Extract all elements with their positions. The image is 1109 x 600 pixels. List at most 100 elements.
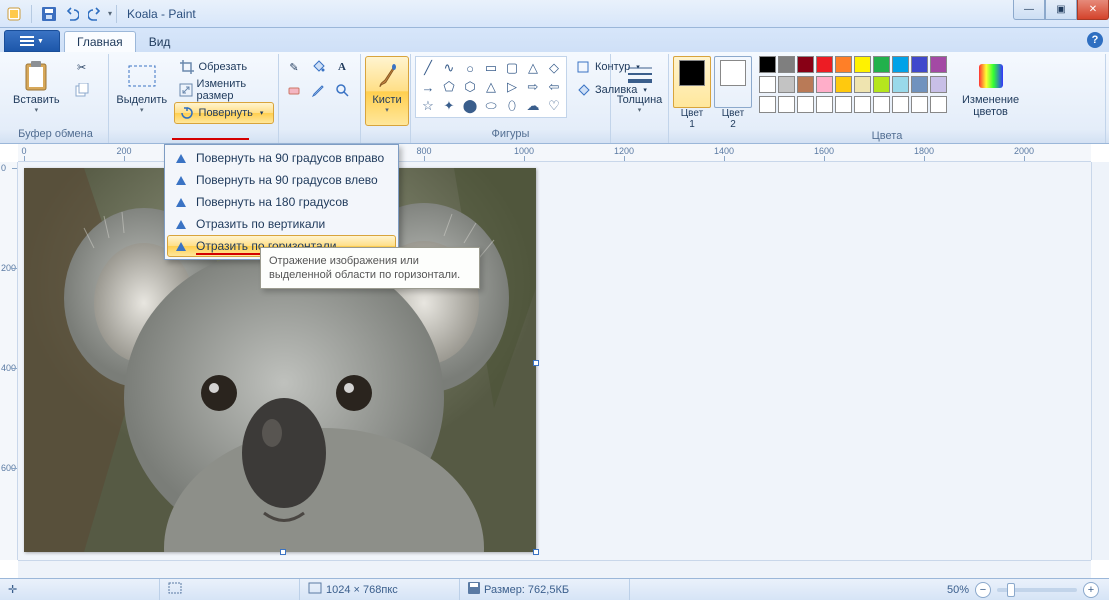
qat-dropdown-icon[interactable]: ▾ xyxy=(108,9,112,18)
color-palette-custom[interactable] xyxy=(759,96,947,113)
copy-icon xyxy=(74,82,90,98)
color-swatch[interactable] xyxy=(873,56,890,73)
rotate-item-icon xyxy=(173,194,189,210)
color-swatch[interactable] xyxy=(797,56,814,73)
eraser-tool[interactable] xyxy=(283,80,305,102)
clipboard-icon xyxy=(20,60,52,92)
minimize-button[interactable]: — xyxy=(1013,0,1045,20)
color-swatch[interactable] xyxy=(911,56,928,73)
group-brushes: Кисти ▾ xyxy=(361,54,411,143)
rotate-item-icon xyxy=(173,150,189,166)
shape-gallery[interactable]: ╱∿○▭▢△◇ →⬠⬡△▷⇨⇦ ☆✦⬤⬭⬯☁♡ xyxy=(415,56,567,118)
color-swatch[interactable] xyxy=(854,76,871,93)
undo-icon[interactable] xyxy=(62,4,82,24)
rotate-button[interactable]: Повернуть▾ xyxy=(174,102,274,124)
color-palette-row2[interactable] xyxy=(759,76,947,93)
app-icon[interactable] xyxy=(4,4,24,24)
color-swatch[interactable] xyxy=(759,56,776,73)
save-icon[interactable] xyxy=(39,4,59,24)
color-swatch[interactable] xyxy=(835,56,852,73)
color-swatch[interactable] xyxy=(797,96,814,113)
scissors-icon: ✂ xyxy=(74,59,90,75)
fill-icon xyxy=(575,82,591,98)
pencil-tool[interactable]: ✎ xyxy=(283,56,305,78)
edit-colors-button[interactable]: Изменение цветов xyxy=(956,56,1025,126)
color-swatch[interactable] xyxy=(778,56,795,73)
color-swatch[interactable] xyxy=(892,76,909,93)
rotate-menu-item-0[interactable]: Повернуть на 90 градусов вправо xyxy=(167,147,396,169)
color-swatch[interactable] xyxy=(759,76,776,93)
select-rect-icon xyxy=(126,60,158,92)
zoom-in-button[interactable]: + xyxy=(1083,582,1099,598)
cut-button[interactable]: ✂ xyxy=(69,56,95,78)
brush-icon xyxy=(371,60,403,92)
maximize-button[interactable]: ▣ xyxy=(1045,0,1077,20)
outline-icon xyxy=(575,59,591,75)
color-swatch[interactable] xyxy=(892,96,909,113)
color-swatch[interactable] xyxy=(930,56,947,73)
color-swatch[interactable] xyxy=(835,96,852,113)
window-title: Koala - Paint xyxy=(127,7,196,21)
tab-view[interactable]: Вид xyxy=(136,31,184,52)
picker-tool[interactable] xyxy=(307,80,329,102)
color-swatch[interactable] xyxy=(816,76,833,93)
select-button[interactable]: Выделить ▾ xyxy=(113,56,171,126)
color-swatch[interactable] xyxy=(873,96,890,113)
rotate-menu-item-2[interactable]: Повернуть на 180 градусов xyxy=(167,191,396,213)
paste-button[interactable]: Вставить ▾ xyxy=(7,56,66,126)
color-swatch[interactable] xyxy=(797,76,814,93)
color1-button[interactable] xyxy=(673,56,711,108)
copy-button[interactable] xyxy=(69,79,95,101)
tab-main[interactable]: Главная xyxy=(64,31,136,52)
color-swatch[interactable] xyxy=(911,76,928,93)
file-menu-button[interactable]: ▼ xyxy=(4,30,60,52)
zoom-slider[interactable] xyxy=(997,588,1077,592)
ribbon-tab-strip: ▼ Главная Вид ? xyxy=(0,28,1109,52)
color-swatch[interactable] xyxy=(892,56,909,73)
eraser-icon xyxy=(287,83,301,100)
color-swatch[interactable] xyxy=(873,76,890,93)
color2-button[interactable] xyxy=(714,56,752,108)
group-size: Толщина ▾ xyxy=(611,54,669,143)
close-button[interactable]: ✕ xyxy=(1077,0,1109,20)
color-swatch[interactable] xyxy=(911,96,928,113)
color-swatch[interactable] xyxy=(778,96,795,113)
color-swatch[interactable] xyxy=(930,76,947,93)
brushes-button[interactable]: Кисти ▾ xyxy=(365,56,409,126)
tooltip: Отражение изображения или выделенной обл… xyxy=(260,247,480,289)
horizontal-scrollbar[interactable] xyxy=(18,560,1091,578)
crop-button[interactable]: Обрезать xyxy=(174,56,274,78)
zoom-level: 50% xyxy=(947,584,969,596)
fill-tool[interactable] xyxy=(307,56,329,78)
rotate-menu-item-3[interactable]: Отразить по вертикали xyxy=(167,213,396,235)
size-button[interactable]: Толщина ▾ xyxy=(615,56,664,126)
color-swatch[interactable] xyxy=(759,96,776,113)
color-swatch[interactable] xyxy=(816,56,833,73)
rotate-icon xyxy=(179,105,195,121)
zoom-out-button[interactable]: − xyxy=(975,582,991,598)
group-shapes: ╱∿○▭▢△◇ →⬠⬡△▷⇨⇦ ☆✦⬤⬭⬯☁♡ Контур▾ Заливка▾… xyxy=(411,54,611,143)
pencil-icon: ✎ xyxy=(289,61,298,74)
color-swatch[interactable] xyxy=(930,96,947,113)
text-tool[interactable]: A xyxy=(331,56,353,78)
bucket-icon xyxy=(311,59,325,76)
redo-icon[interactable] xyxy=(85,4,105,24)
color-swatch[interactable] xyxy=(778,76,795,93)
title-bar: ▾ Koala - Paint — ▣ ✕ xyxy=(0,0,1109,28)
color-swatch[interactable] xyxy=(835,76,852,93)
rotate-menu-item-1[interactable]: Повернуть на 90 градусов влево xyxy=(167,169,396,191)
quick-access-toolbar: ▾ xyxy=(4,4,112,24)
color-swatch[interactable] xyxy=(816,96,833,113)
resize-button[interactable]: Изменить размер xyxy=(174,79,274,101)
group-colors: Цвет 1 Цвет 2 Изменение цветов Цвета xyxy=(669,54,1106,143)
color-swatch[interactable] xyxy=(854,96,871,113)
image-dimensions: 1024 × 768пкс xyxy=(326,584,398,596)
color-swatch[interactable] xyxy=(854,56,871,73)
magnifier-icon xyxy=(335,83,349,100)
zoom-tool[interactable] xyxy=(331,80,353,102)
status-bar: ✛ 1024 × 768пкс Размер: 762,5КБ 50% − + xyxy=(0,578,1109,600)
rotate-item-icon xyxy=(173,216,189,232)
help-button[interactable]: ? xyxy=(1087,32,1103,48)
color-palette-row1[interactable] xyxy=(759,56,947,73)
vertical-scrollbar[interactable] xyxy=(1091,162,1109,560)
